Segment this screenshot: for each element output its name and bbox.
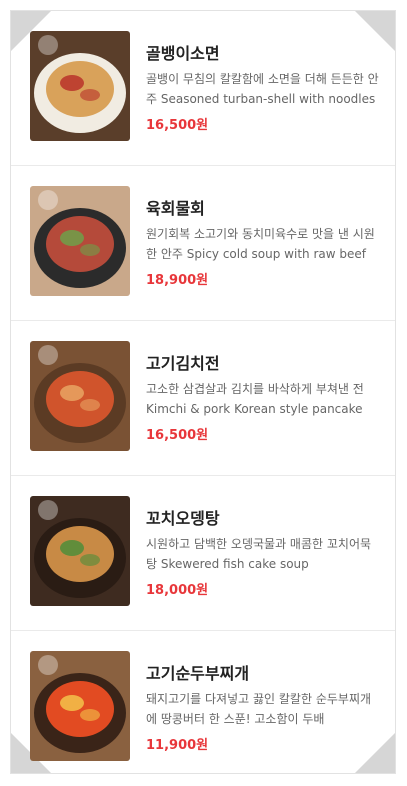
menu-item[interactable]: 육회물회원기회복 소고기와 동치미육수로 맛을 낸 시원한 안주 Spicy c… (11, 166, 395, 321)
menu-item[interactable]: 골뱅이소면골뱅이 무침의 칼칼함에 소면을 더해 든든한 안주 Seasoned… (11, 11, 395, 166)
menu-item-description: 돼지고기를 다져넣고 끓인 칼칼한 순두부찌개에 땅콩버터 한 스푼! 고소함이… (146, 692, 372, 726)
menu-item-name: 고기김치전 (146, 354, 220, 373)
menu-item-price: 11,900원 (146, 738, 209, 753)
menu-item-photo[interactable] (30, 651, 130, 761)
menu-list: 골뱅이소면골뱅이 무침의 칼칼함에 소면을 더해 든든한 안주 Seasoned… (11, 11, 395, 786)
menu-item-photo[interactable] (30, 186, 130, 296)
menu-item-description: 고소한 삼겹살과 김치를 바삭하게 부쳐낸 전 Kimchi & pork Ko… (146, 382, 364, 416)
menu-item-price: 18,000원 (146, 583, 209, 598)
menu-item[interactable]: 고기순두부찌개돼지고기를 다져넣고 끓인 칼칼한 순두부찌개에 땅콩버터 한 스… (11, 631, 395, 786)
menu-item-name: 육회물회 (146, 199, 205, 218)
menu-item-photo[interactable] (30, 31, 130, 141)
menu-item-description: 골뱅이 무침의 칼칼함에 소면을 더해 든든한 안주 Seasoned turb… (146, 72, 379, 106)
menu-item-description: 원기회복 소고기와 동치미육수로 맛을 낸 시원한 안주 Spicy cold … (146, 227, 375, 261)
menu-item-price: 16,500원 (146, 428, 209, 443)
menu-item-description: 시원하고 담백한 오뎅국물과 매콤한 꼬치어묵탕 Skewered fish c… (146, 537, 372, 571)
menu-item-name: 골뱅이소면 (146, 44, 220, 63)
menu-item-name: 꼬치오뎅탕 (146, 509, 220, 528)
menu-item-photo[interactable] (30, 496, 130, 606)
menu-item[interactable]: 꼬치오뎅탕시원하고 담백한 오뎅국물과 매콤한 꼬치어묵탕 Skewered f… (11, 476, 395, 631)
menu-item[interactable]: 고기김치전고소한 삼겹살과 김치를 바삭하게 부쳐낸 전 Kimchi & po… (11, 321, 395, 476)
menu-item-photo[interactable] (30, 341, 130, 451)
menu-item-price: 16,500원 (146, 118, 209, 133)
menu-item-price: 18,900원 (146, 273, 209, 288)
menu-item-name: 고기순두부찌개 (146, 664, 250, 683)
